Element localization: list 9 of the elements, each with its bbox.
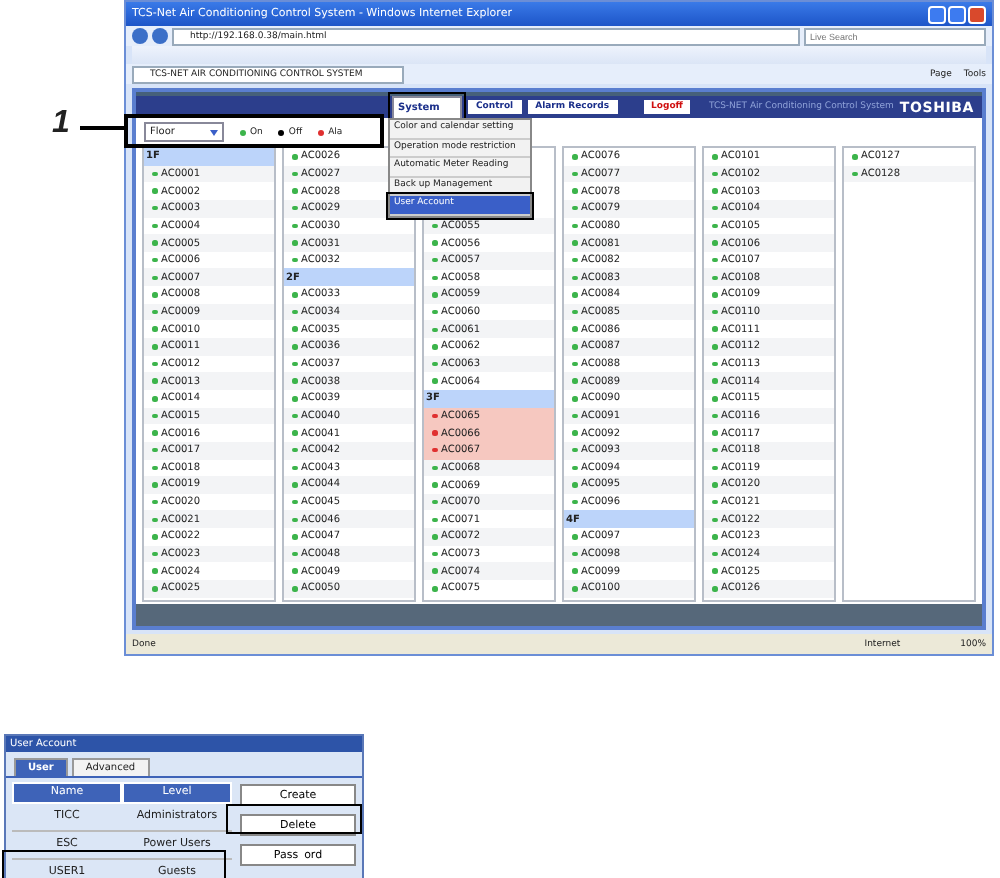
minimize-button[interactable] (928, 5, 946, 23)
back-button[interactable] (132, 28, 148, 44)
maximize-button[interactable] (948, 5, 966, 23)
forward-button[interactable] (152, 28, 168, 44)
highlight-frame (226, 804, 362, 834)
dropdown-caret-icon (210, 129, 218, 135)
callout-number: 1 (52, 106, 70, 142)
close-button[interactable] (968, 5, 986, 23)
leader-line (80, 126, 124, 129)
